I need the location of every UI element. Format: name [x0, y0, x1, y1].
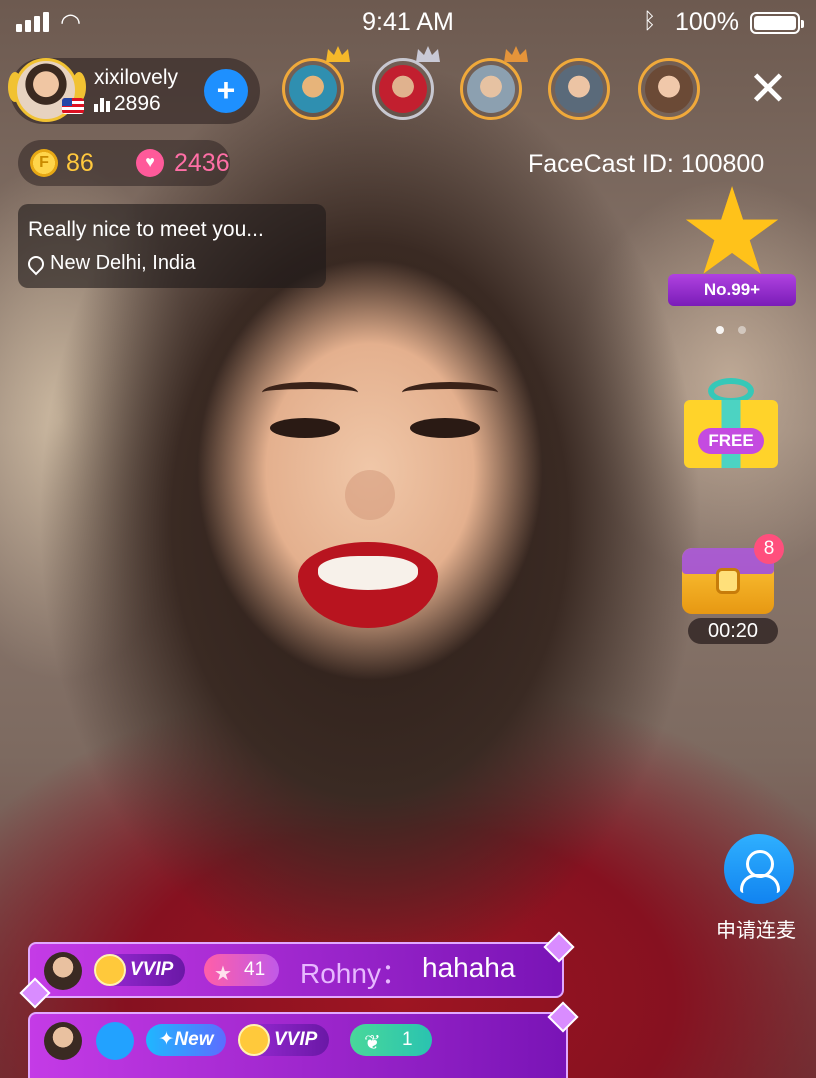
gem-decoration — [547, 1001, 579, 1033]
host-name: xixilovely — [94, 66, 179, 89]
background-detail — [270, 418, 340, 438]
battery-percent: 100% — [675, 8, 739, 36]
crown-icon — [504, 46, 528, 62]
user-settings-icon — [96, 1022, 134, 1060]
viewer-count-value: 2896 — [114, 92, 161, 115]
cohost-icon[interactable] — [724, 834, 794, 904]
gem-decoration — [543, 931, 575, 963]
viewer-avatar[interactable] — [282, 46, 350, 120]
vvip-badge: VVIP — [238, 1024, 330, 1056]
viewer-avatar[interactable] — [372, 46, 440, 120]
location: New Delhi, India — [24, 252, 196, 275]
background-detail — [410, 418, 480, 438]
chest-lock — [716, 568, 740, 594]
background-detail — [402, 382, 498, 403]
treasure-chest-button[interactable]: 8 — [678, 534, 788, 618]
status-bar: ◠ 9:41 AM ᛒ 100% — [0, 0, 816, 46]
coin-count: 86 — [66, 149, 94, 177]
chat-avatar[interactable] — [44, 952, 82, 990]
live-stream-screen: ◠ 9:41 AM ᛒ 100% xixilovely 2896 + ✕ F 8… — [0, 0, 816, 1078]
rank-widget[interactable]: ★ No.99+ — [668, 165, 796, 312]
background-detail — [262, 382, 358, 403]
vvip-badge: VVIP — [94, 954, 186, 986]
stats-pill: F 86 ♥ 2436 — [18, 140, 230, 186]
coin-icon: F — [30, 149, 58, 177]
viewer-avatar[interactable] — [460, 46, 528, 120]
background-detail — [318, 556, 418, 590]
chat-message: ✦New VVIP ❦ 1 — [28, 1001, 579, 1078]
crown-icon — [326, 46, 350, 62]
host-info[interactable]: xixilovely 2896 + — [8, 58, 260, 124]
free-label: FREE — [698, 428, 764, 454]
sprout-badge: ❦ 1 — [350, 1024, 432, 1056]
carousel-dots — [716, 326, 746, 334]
free-gift-button[interactable]: FREE — [684, 378, 778, 468]
heart-icon: ♥ — [136, 149, 164, 177]
location-pin-icon — [24, 252, 48, 275]
heart-count: 2436 — [174, 149, 230, 177]
intro-text: Really nice to meet you... — [28, 218, 264, 241]
chat-message: VVIP ★ 41 Rohny： hahaha — [19, 931, 575, 1009]
rank-label: No.99+ — [668, 274, 796, 306]
chat-avatar[interactable] — [44, 1022, 82, 1060]
location-text: New Delhi, India — [50, 252, 196, 274]
battery-icon — [750, 12, 804, 34]
background-detail — [345, 470, 395, 520]
close-icon[interactable]: ✕ — [744, 66, 792, 116]
bluetooth-icon: ᛒ — [643, 8, 657, 33]
star-icon: ★ — [678, 165, 786, 299]
intro-card: Really nice to meet you... New Delhi, In… — [18, 204, 326, 288]
viewer-avatar[interactable] — [638, 58, 700, 120]
new-badge: ✦New — [146, 1024, 226, 1056]
chat-text: hahaha — [422, 952, 516, 983]
crown-icon — [416, 46, 440, 62]
bar-chart-icon — [94, 96, 110, 112]
follow-button[interactable]: + — [204, 69, 248, 113]
viewer-avatar[interactable] — [548, 58, 610, 120]
chest-badge: 8 — [754, 534, 784, 564]
usa-flag-icon — [62, 98, 84, 114]
chest-timer: 00:20 — [688, 618, 778, 644]
gem-decoration — [19, 977, 51, 1009]
cohost-label[interactable]: 申请连麦 — [716, 914, 796, 943]
level-badge: ★ 41 — [204, 954, 280, 986]
chat-username[interactable]: Rohny： — [300, 952, 409, 992]
viewer-count: 2896 — [94, 92, 161, 116]
